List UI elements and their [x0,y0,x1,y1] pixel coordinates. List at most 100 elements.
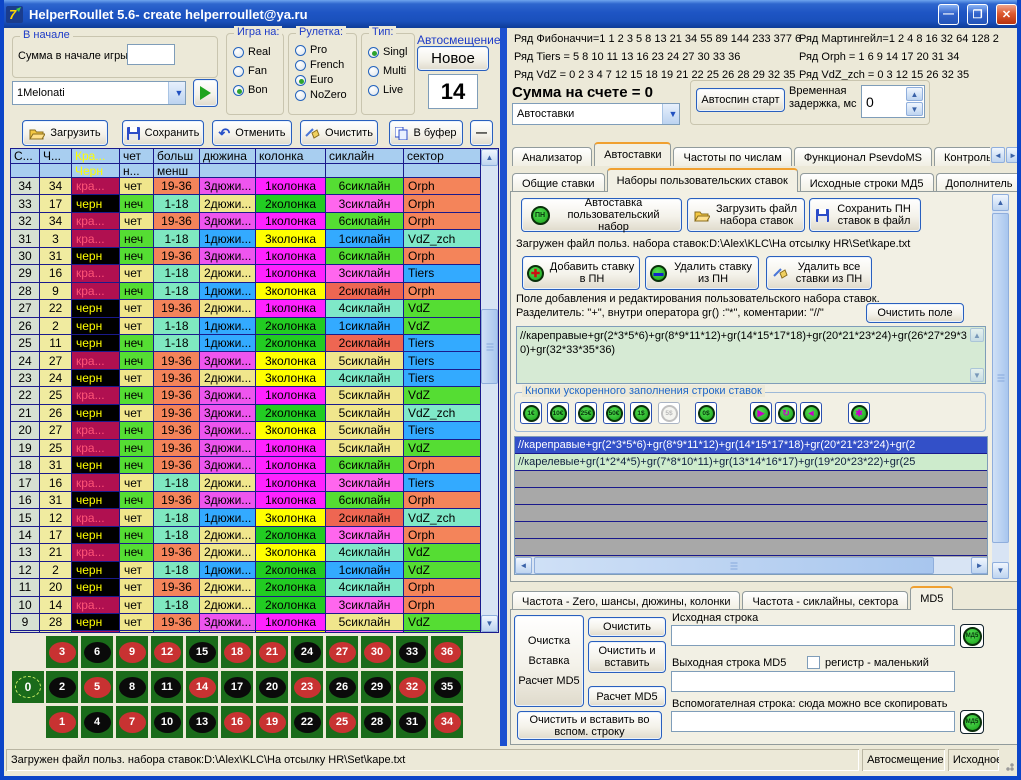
board-cell-10[interactable]: 10 [151,706,183,738]
board-cell-18[interactable]: 18 [221,636,253,668]
quick-bet-button-0usd[interactable]: 0$ [695,402,717,424]
board-cell-21[interactable]: 21 [256,636,288,668]
chevron-down-icon[interactable]: ▼ [168,82,185,104]
table-scrollbar[interactable]: ▲ ▼ [481,149,498,632]
table-row[interactable]: 2427кра...неч19-363дюжи...3колонка5сикла… [11,352,498,369]
scroll-up-icon[interactable]: ▲ [481,149,498,166]
quick-play-button[interactable]: ▶ [750,402,772,424]
list-item-empty[interactable] [515,471,987,488]
column-header[interactable]: больш [154,149,200,164]
table-row[interactable]: 1716кра...чет1-182дюжи...1колонка3сиклай… [11,474,498,491]
radio-roulette-french[interactable]: French [295,59,356,71]
board-cell-28[interactable]: 28 [361,706,393,738]
board-cell-32[interactable]: 32 [396,671,428,703]
tab-частоты-по-числам[interactable]: Частоты по числам [673,147,791,166]
table-row[interactable]: 1120чернчет19-362дюжи...2колонка4сиклайн… [11,579,498,596]
board-cell-15[interactable]: 15 [186,636,218,668]
scroll-left-icon[interactable]: ◄ [515,557,532,574]
board-cell-34[interactable]: 34 [431,706,463,738]
column-header[interactable] [40,164,72,178]
chevron-down-icon[interactable]: ▼ [662,104,679,124]
radio-type-live[interactable]: Live [368,84,414,96]
board-cell-1[interactable]: 1 [46,706,78,738]
column-header[interactable]: Ч... [40,149,72,164]
title-bar[interactable]: 7 HelperRoullet 5.6- create helperroulle… [0,0,1021,28]
collapse-button[interactable]: — [470,120,493,146]
board-cell-33[interactable]: 33 [396,636,428,668]
quick-bet-button-25eur[interactable]: 25€ [575,402,597,424]
board-cell-2[interactable]: 2 [46,671,78,703]
md5-clear-paste-aux-button[interactable]: Очистить и вставить во вспом. строку [517,711,662,740]
delete-bet-button[interactable]: ▬ Удалить ставку из ПН [645,256,759,290]
radio-game-real[interactable]: Real [233,46,283,58]
delay-spinner[interactable]: 0 ▲ ▼ [861,85,925,118]
column-header[interactable]: Кра... [72,149,120,164]
column-header[interactable]: дюжина [200,149,256,164]
board-cell-16[interactable]: 16 [221,706,253,738]
quick-bet-button-1usd[interactable]: 1$ [630,402,652,424]
board-cell-4[interactable]: 4 [81,706,113,738]
radio-roulette-nozero[interactable]: NoZero [295,89,356,101]
tab-контроль-банкро[interactable]: Контроль банкро [934,147,990,166]
maximize-button[interactable]: ❐ [967,4,988,25]
start-sum-input[interactable] [127,44,175,65]
board-cell-7[interactable]: 7 [116,706,148,738]
board-cell-5[interactable]: 5 [81,671,113,703]
board-cell-26[interactable]: 26 [326,671,358,703]
board-cell-14[interactable]: 14 [186,671,218,703]
subtab-наборы-пользовательских-ставок[interactable]: Наборы пользовательских ставок [607,168,798,192]
list-item-empty[interactable] [515,488,987,505]
radio-game-fan[interactable]: Fan [233,65,283,77]
results-table[interactable]: С...Ч...Кра...четбольшдюжинаколонкасикла… [10,148,499,633]
list-item[interactable]: //карелевые+gr(1*2*4*5)+gr(7*8*10*11)+gr… [515,454,987,471]
table-row[interactable]: 2027кра...неч19-363дюжи...3колонка5сикла… [11,422,498,439]
board-cell-20[interactable]: 20 [256,671,288,703]
tabs-scroll-right-icon[interactable]: ► [1006,147,1020,163]
board-cell-9[interactable]: 9 [116,636,148,668]
list-item-empty[interactable] [515,539,987,556]
board-cell-17[interactable]: 17 [221,671,253,703]
spinner-down-icon[interactable]: ▼ [906,102,923,116]
radio-roulette-pro[interactable]: Pro [295,44,356,56]
quick-back-arrow-button[interactable]: ◄ [800,402,822,424]
table-row[interactable]: 1631черннеч19-363дюжи...1колонка6сиклайн… [11,492,498,509]
sets-panel-scrollbar[interactable]: ▲ ▼ [992,194,1009,579]
board-cell-22[interactable]: 22 [291,706,323,738]
clear-field-button[interactable]: Очистить поле [866,303,964,323]
tab-функционал-psevdoms[interactable]: Функционал PsevdoMS [794,147,932,166]
list-item-empty[interactable] [515,522,987,539]
scroll-right-icon[interactable]: ► [971,557,988,574]
preset-combobox[interactable]: 1Melonati ▼ [12,81,186,105]
run-button[interactable] [193,79,218,107]
table-row[interactable]: 1831черннеч19-363дюжи...1колонка6сиклайн… [11,457,498,474]
board-cell-31[interactable]: 31 [396,706,428,738]
table-row[interactable]: 3317черннеч1-182дюжи...2колонка3сиклайнO… [11,195,498,212]
board-cell-27[interactable]: 27 [326,636,358,668]
scroll-down-icon[interactable]: ▼ [992,562,1009,579]
close-button[interactable]: ✕ [996,4,1017,25]
column-header[interactable]: н... [120,164,154,178]
hscroll-thumb[interactable] [534,557,934,574]
column-header[interactable]: колонка [256,149,326,164]
undo-button[interactable]: ↶ Отменить [212,120,292,146]
table-row[interactable]: 122чернчет1-181дюжи...2колонка1сиклайнVd… [11,562,498,579]
quick-pattern-button[interactable]: ✱ [848,402,870,424]
radio-type-multi[interactable]: Multi [368,65,414,77]
autoshift-new-button[interactable]: Новое [417,46,489,71]
table-row[interactable]: 2511черннеч1-181дюжи...2колонка2сиклайнT… [11,335,498,352]
resize-grip[interactable] [1002,759,1015,772]
table-scroll-thumb[interactable] [481,309,498,384]
bet-edit-textarea[interactable]: //кареправые+gr(2*3*5*6)+gr(8*9*11*12)+g… [516,326,986,384]
board-cell-6[interactable]: 6 [81,636,113,668]
table-row[interactable]: 2324чернчет19-362дюжи...3колонка4сиклайн… [11,370,498,387]
minimize-button[interactable]: — [938,4,959,25]
list-item[interactable]: //кареправые+gr(2*3*5*6)+gr(8*9*11*12)+g… [515,437,987,454]
scroll-down-icon[interactable]: ▼ [481,615,498,632]
autobet-user-set-button[interactable]: ПН Автоставка пользовательский набор [521,198,682,232]
board-cell-23[interactable]: 23 [291,671,323,703]
table-row[interactable]: 3234кра...чет19-363дюжи...1колонка6сикла… [11,213,498,230]
panel-scroll-thumb[interactable] [992,213,1009,543]
board-cell-29[interactable]: 29 [361,671,393,703]
md5-source-input[interactable] [671,625,955,646]
subtab-дополнитель[interactable]: Дополнитель [936,173,1021,192]
